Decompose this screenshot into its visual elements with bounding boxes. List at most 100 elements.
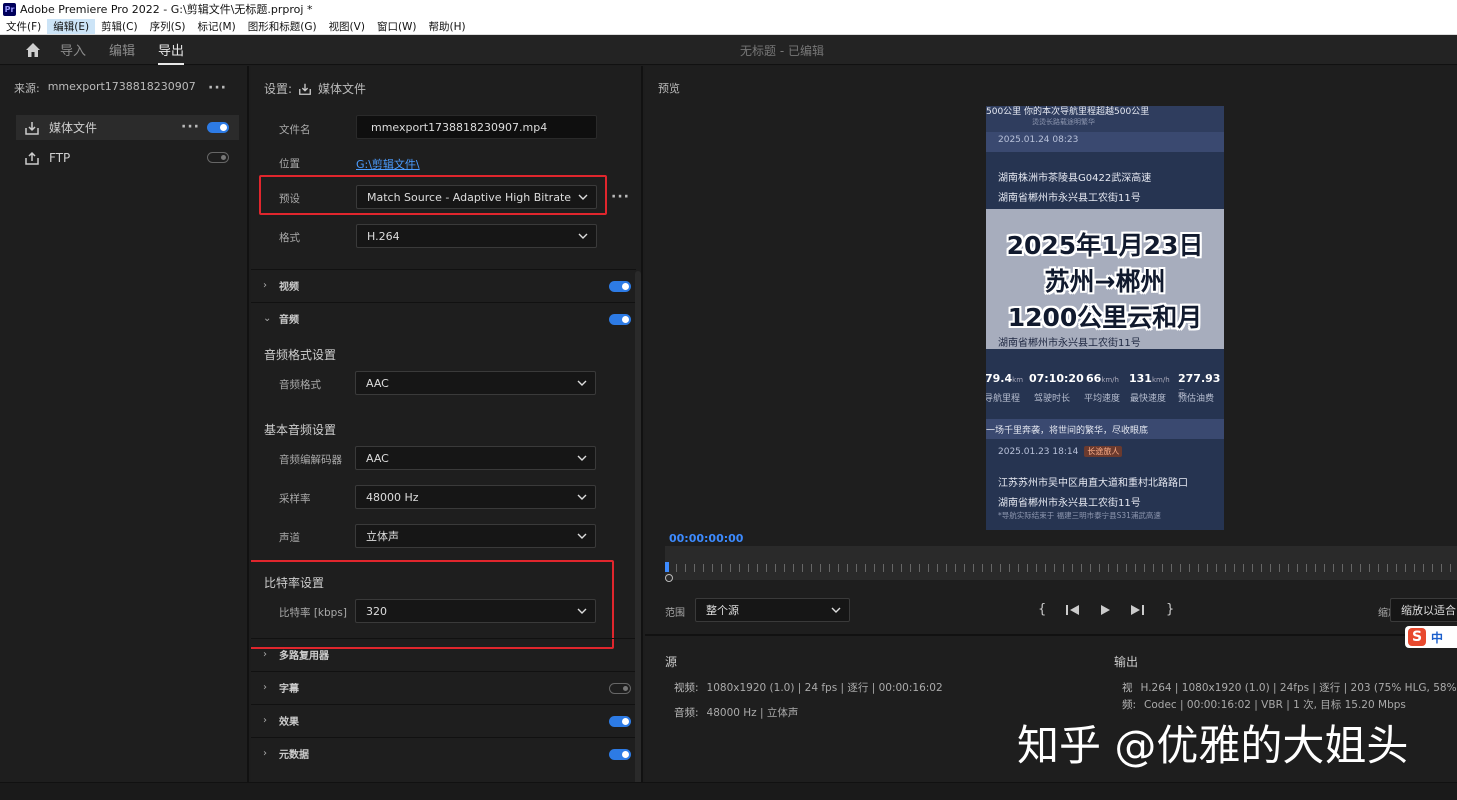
sample-rate-dropdown[interactable]: 48000 Hz [355, 485, 596, 509]
section-label: 元数据 [279, 750, 309, 761]
audio-toggle[interactable] [609, 314, 631, 325]
basic-audio-group-title: 基本音频设置 [264, 423, 337, 437]
section-captions[interactable]: › 字幕 [251, 671, 636, 703]
output-info-title: 输出 [1114, 655, 1139, 669]
watermark-text: 知乎 @优雅的大姐头 [1017, 721, 1409, 770]
destination-label: FTP [49, 150, 71, 165]
destination-media-file[interactable]: 媒体文件 ··· [16, 115, 239, 140]
video-toggle[interactable] [609, 281, 631, 292]
window-title: Adobe Premiere Pro 2022 - G:\剪辑文件\无标题.pr… [20, 3, 313, 16]
frame-stat-value: 66km/h [1086, 372, 1119, 385]
codec-dropdown[interactable]: AAC [355, 446, 596, 470]
sample-rate-value: 48000 Hz [366, 490, 419, 504]
play-icon[interactable] [1099, 604, 1111, 616]
section-label: 多路复用器 [279, 651, 329, 662]
playhead[interactable] [665, 562, 669, 572]
zoom-dropdown[interactable]: 缩放以适合 [1390, 598, 1457, 622]
section-label: 字幕 [279, 684, 299, 695]
section-mux[interactable]: › 多路复用器 [251, 638, 636, 670]
menu-file[interactable]: 文件(F) [0, 19, 47, 34]
menu-help[interactable]: 帮助(H) [423, 19, 472, 34]
frame-time-band: 2025.01.24 08:23 [986, 132, 1224, 152]
preset-more-icon[interactable]: ··· [611, 190, 630, 204]
settings-target: 媒体文件 [318, 82, 367, 96]
audio-format-dropdown[interactable]: AAC [355, 371, 596, 395]
filename-input[interactable]: mmexport1738818230907.mp4 [356, 115, 597, 139]
ime-mode: 中 [1431, 630, 1444, 645]
menu-sequence[interactable]: 序列(S) [144, 19, 192, 34]
destination-ftp[interactable]: FTP [16, 145, 239, 170]
output-audio-info: 频: Codec | 00:00:16:02 | VBR | 1 次, 目标 15… [1122, 699, 1406, 711]
menu-window[interactable]: 窗口(W) [371, 19, 423, 34]
chevron-right-icon: › [263, 715, 267, 726]
source-more-icon[interactable]: ··· [208, 81, 227, 95]
frame-top-line: 500公里 你的本次导航里程超越500公里 [986, 107, 1150, 117]
tab-export[interactable]: 导出 [158, 35, 185, 65]
timeline-track[interactable] [665, 546, 1457, 580]
channels-dropdown[interactable]: 立体声 [355, 524, 596, 548]
frame-title-line3: 1200公里云和月 [1007, 303, 1203, 332]
chevron-down-icon [577, 533, 587, 539]
mark-in-icon[interactable]: { [1038, 602, 1046, 617]
mark-out-icon[interactable]: } [1166, 602, 1174, 617]
frame-time1: 2025.01.24 08:23 [998, 135, 1079, 145]
settings-scrollbar[interactable] [635, 271, 641, 800]
menu-edit[interactable]: 编辑(E) [47, 18, 96, 34]
ime-indicator[interactable]: S 中 [1405, 626, 1457, 648]
settings-header: 设置: 媒体文件 [264, 80, 366, 97]
channels-value: 立体声 [366, 530, 399, 543]
range-dropdown[interactable]: 整个源 [695, 598, 850, 622]
bottom-bar [0, 782, 1457, 800]
chevron-right-icon: › [263, 649, 267, 660]
section-metadata[interactable]: › 元数据 [251, 737, 636, 769]
audio-format-value: AAC [366, 376, 389, 390]
audio-format-label: 音频格式 [279, 379, 321, 391]
frame-stat-value: 79.4km [986, 372, 1024, 385]
in-point-handle[interactable] [665, 574, 673, 582]
frame-top-block: 500公里 你的本次导航里程超越500公里 烫烫长路载途明繁华 [986, 106, 1224, 132]
section-label: 效果 [279, 717, 299, 728]
section-video[interactable]: › 视频 [251, 269, 636, 301]
section-audio[interactable]: ⌄ 音频 [251, 302, 636, 334]
section-effects[interactable]: › 效果 [251, 704, 636, 736]
tab-import[interactable]: 导入 [60, 35, 86, 65]
highlight-box-bitrate [251, 560, 614, 649]
home-icon[interactable] [24, 41, 42, 59]
frame-stat-caption: 导航里程 [986, 394, 1021, 404]
captions-toggle[interactable] [609, 683, 631, 694]
filename-label: 文件名 [279, 124, 311, 136]
step-forward-icon[interactable] [1129, 604, 1145, 616]
timecode-display[interactable]: 00:00:00:00 [669, 532, 743, 545]
menu-markers[interactable]: 标记(M) [191, 19, 241, 34]
frame-addr5: 湖南省郴州市永兴县工农街11号 [998, 498, 1141, 509]
menu-clip[interactable]: 剪辑(C) [95, 19, 144, 34]
step-back-icon[interactable] [1065, 604, 1081, 616]
premiere-logo-icon: Pr [3, 2, 16, 16]
frame-stat-caption: 驾驶时长 [1034, 394, 1071, 404]
location-link[interactable]: G:\剪辑文件\ [356, 156, 420, 172]
media-file-toggle[interactable] [207, 122, 229, 133]
frame-stat-value: 07:10:20 [1029, 372, 1084, 385]
project-status: 无标题 - 已编辑 [740, 43, 824, 58]
source-label: 来源: [14, 82, 40, 95]
sample-rate-label: 采样率 [279, 493, 311, 505]
destination-more-icon[interactable]: ··· [181, 120, 200, 134]
tab-edit[interactable]: 编辑 [109, 35, 135, 65]
chevron-down-icon [831, 607, 841, 613]
format-value: H.264 [367, 229, 400, 243]
frame-banner-text: 一场千里奔袭，将世间的繁华，尽收眼底 [986, 426, 1149, 436]
frame-stat-caption: 最快速度 [1130, 394, 1167, 404]
ftp-toggle[interactable] [207, 152, 229, 163]
format-dropdown[interactable]: H.264 [356, 224, 597, 248]
frame-title-line2: 苏州→郴州 [1044, 267, 1166, 296]
source-audio-info: 音频: 48000 Hz | 立体声 [674, 707, 799, 719]
menu-view[interactable]: 视图(V) [323, 19, 371, 34]
menu-graphics[interactable]: 图形和标题(G) [242, 19, 323, 34]
source-info-title: 源 [665, 655, 678, 669]
frame-banner: 一场千里奔袭，将世间的繁华，尽收眼底 [986, 419, 1224, 439]
metadata-toggle[interactable] [609, 749, 631, 760]
codec-label: 音频编解码器 [279, 454, 342, 466]
effects-toggle[interactable] [609, 716, 631, 727]
source-panel: 来源: mmexport1738818230907 ··· 媒体文件 ··· F… [0, 66, 249, 800]
workspace-bar: 导入 编辑 导出 无标题 - 已编辑 [0, 35, 1457, 65]
